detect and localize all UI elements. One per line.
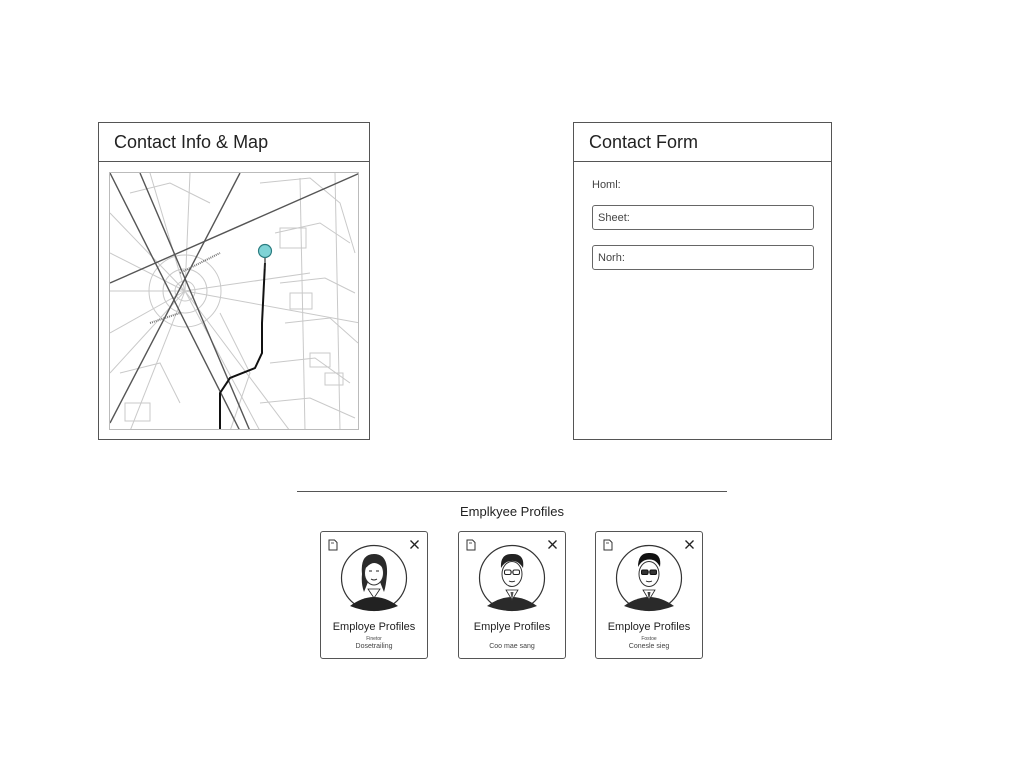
map-panel-title: Contact Info & Map — [99, 123, 369, 162]
north-input[interactable] — [592, 245, 814, 270]
card-role: Fostoe — [641, 636, 657, 642]
card-name: Employe Profiles — [332, 621, 416, 633]
employee-card[interactable]: Employe Profiles Fostoe Conesle sieg — [595, 531, 703, 659]
map-svg — [110, 173, 358, 429]
close-icon[interactable] — [684, 539, 695, 550]
card-detail: Conesle sieg — [628, 643, 670, 650]
contact-form-panel: Contact Form Homl: — [573, 122, 832, 440]
card-detail: Coo mae sang — [489, 643, 535, 650]
form-field-label: Homl: — [592, 179, 621, 191]
card-detail: Dosetrailing — [355, 643, 393, 650]
employee-card[interactable]: Emplye Profiles Coo mae sang — [458, 531, 566, 659]
male-dark-glasses-avatar-icon — [615, 544, 683, 612]
close-icon[interactable] — [409, 539, 420, 550]
card-role: Finetor — [366, 636, 382, 642]
document-icon[interactable] — [328, 539, 338, 551]
male-glasses-avatar-icon — [478, 544, 546, 612]
document-icon[interactable] — [466, 539, 476, 551]
close-icon[interactable] — [547, 539, 558, 550]
map-view[interactable] — [109, 172, 359, 430]
female-avatar-icon — [340, 544, 408, 612]
street-input[interactable] — [592, 205, 814, 230]
employee-card[interactable]: Employe Profiles Finetor Dosetrailing — [320, 531, 428, 659]
document-icon[interactable] — [603, 539, 613, 551]
form-panel-title: Contact Form — [574, 123, 831, 162]
contact-info-map-panel: Contact Info & Map — [98, 122, 370, 440]
map-pin-icon[interactable] — [257, 243, 273, 270]
section-divider — [297, 491, 727, 492]
card-name: Emplye Profiles — [473, 621, 551, 633]
employee-profiles-title: Emplkyee Profiles — [459, 504, 565, 519]
card-name: Employe Profiles — [607, 621, 691, 633]
